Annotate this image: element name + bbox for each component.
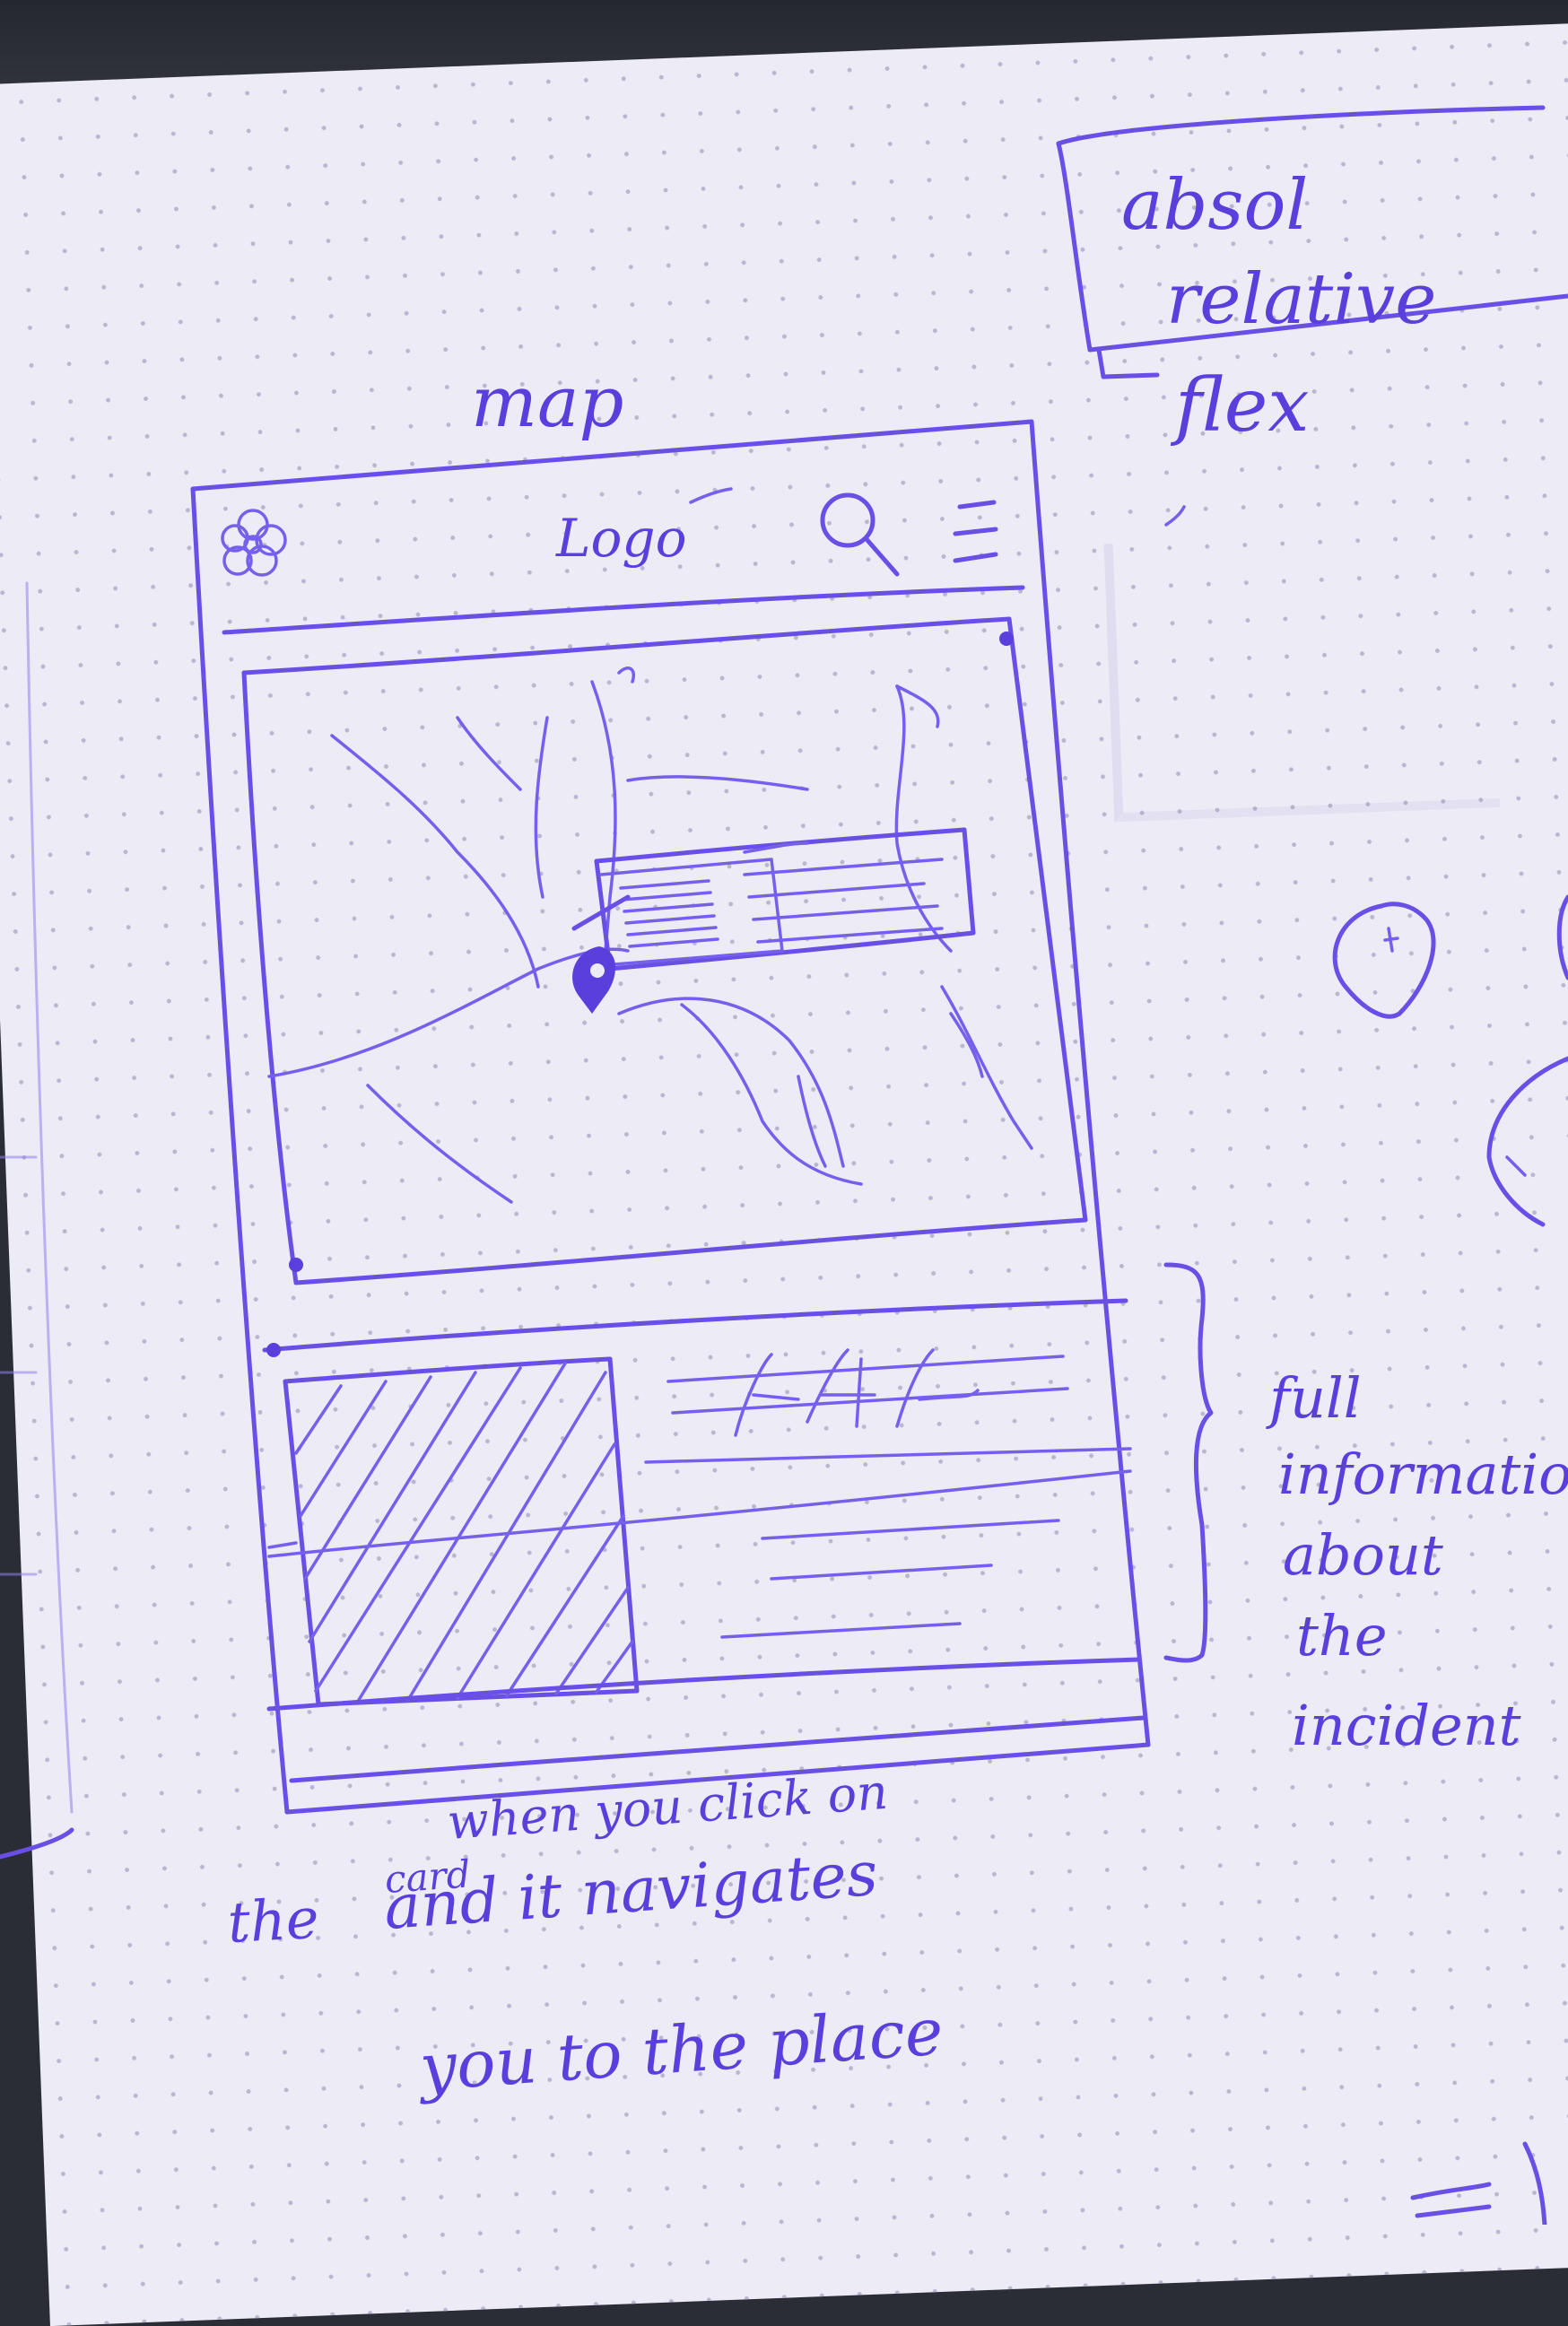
note-flex: flex xyxy=(1170,363,1309,449)
bottom-note-place: you to the place xyxy=(414,1993,945,2105)
incident-card[interactable] xyxy=(262,1298,1142,1712)
css-notes: absol relative flex xyxy=(1056,105,1568,527)
side-note: full information about the incident xyxy=(1163,1262,1568,1758)
side-note-line-4: the xyxy=(1296,1603,1388,1668)
marker-doodles xyxy=(1332,894,1568,1227)
bottom-note: when you click on card the and it naviga… xyxy=(226,1764,945,2105)
card-title-scribble xyxy=(666,1348,1069,1437)
map-area[interactable] xyxy=(241,616,1088,1285)
side-note-line-2: information xyxy=(1278,1442,1568,1507)
label-map: map xyxy=(471,362,623,443)
phone-frame xyxy=(190,419,1151,1815)
logo-text[interactable]: Logo xyxy=(555,508,686,569)
search-icon[interactable] xyxy=(820,492,900,577)
side-note-line-1: full xyxy=(1266,1365,1362,1431)
app-header: Logo xyxy=(221,487,1025,635)
side-note-line-3: about xyxy=(1283,1522,1443,1588)
wireframe-sketch: absol relative flex map Logo full inform… xyxy=(0,105,1568,2225)
note-relative: relative xyxy=(1166,259,1436,340)
side-note-line-5: incident xyxy=(1292,1693,1521,1758)
popup-thumbnail xyxy=(619,879,719,948)
facing-page-edge xyxy=(0,581,74,1860)
flower-logo-icon[interactable] xyxy=(221,509,287,577)
bottom-note-the: the xyxy=(226,1886,320,1956)
hamburger-menu-icon[interactable] xyxy=(953,500,998,563)
note-absol: absol xyxy=(1121,165,1308,246)
bottom-note-small: when you click on xyxy=(446,1764,890,1851)
map-popup-card[interactable] xyxy=(594,827,976,971)
